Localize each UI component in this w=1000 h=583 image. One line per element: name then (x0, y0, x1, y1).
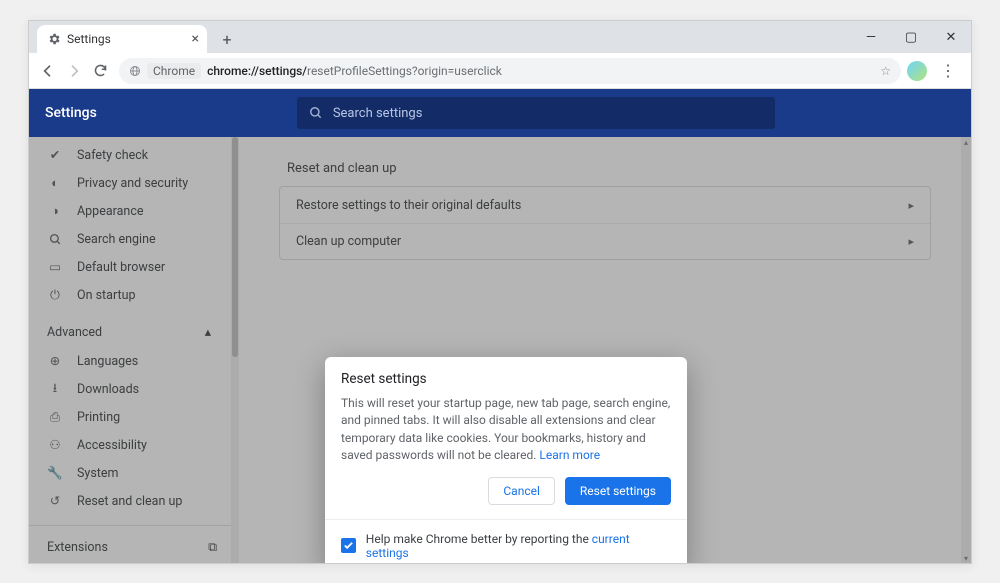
shield-check-icon: ✔ (47, 147, 63, 163)
url-tail: resetProfileSettings?origin=userclick (307, 64, 502, 78)
address-bar: Chrome chrome://settings/resetProfileSet… (29, 53, 971, 89)
tab-title: Settings (67, 32, 111, 46)
search-icon (47, 233, 63, 246)
search-placeholder: Search settings (333, 106, 423, 121)
url-chip: Chrome (147, 63, 201, 79)
settings-header: Settings Search settings (29, 89, 971, 137)
sidebar-item-default-browser[interactable]: ▭Default browser (29, 253, 239, 281)
sidebar-item-appearance[interactable]: ◑Appearance (29, 197, 239, 225)
power-icon: ⏻ (47, 288, 63, 303)
sidebar-item-printing[interactable]: ⎙Printing (29, 403, 239, 431)
bookmark-star-icon[interactable]: ☆ (880, 64, 891, 78)
back-button[interactable] (35, 58, 61, 84)
dialog-body: This will reset your startup page, new t… (325, 395, 687, 477)
cleanup-computer-row[interactable]: Clean up computer ▸ (280, 223, 930, 259)
browser-icon: ▭ (47, 259, 63, 275)
divider (29, 525, 239, 526)
shield-icon: ◐ (47, 176, 63, 191)
scroll-down-icon: ▾ (961, 553, 971, 563)
footer-text: Help make Chrome better by reporting the… (366, 532, 671, 560)
dialog-footer: Help make Chrome better by reporting the… (325, 519, 687, 563)
sidebar-item-accessibility[interactable]: ⚇Accessibility (29, 431, 239, 459)
profile-avatar[interactable] (907, 61, 927, 81)
download-icon: ⭳ (47, 379, 63, 400)
minimize-button[interactable]: — (851, 21, 891, 53)
menu-button[interactable]: ⋮ (935, 58, 961, 84)
sidebar-about[interactable]: About Chrome (29, 562, 239, 563)
window-controls: — ▢ ✕ (851, 21, 971, 53)
sidebar-item-downloads[interactable]: ⭳Downloads (29, 375, 239, 403)
learn-more-link[interactable]: Learn more (539, 448, 600, 462)
maximize-button[interactable]: ▢ (891, 21, 931, 53)
chevron-right-icon: ▸ (908, 199, 914, 212)
forward-button[interactable] (61, 58, 87, 84)
chevron-up-icon: ▴ (205, 324, 211, 340)
reset-settings-button[interactable]: Reset settings (565, 477, 671, 505)
dialog-title: Reset settings (325, 357, 687, 395)
sidebar-scrollbar[interactable] (231, 137, 239, 563)
cancel-button[interactable]: Cancel (488, 477, 555, 505)
content-scrollbar[interactable]: ▴ ▾ (961, 137, 971, 563)
wrench-icon: 🔧 (47, 466, 63, 481)
search-settings-input[interactable]: Search settings (297, 97, 775, 129)
settings-body: ✔Safety check ◐Privacy and security ◑App… (29, 137, 971, 563)
sidebar-item-reset[interactable]: ↺Reset and clean up (29, 487, 239, 515)
gear-icon (47, 32, 61, 46)
omnibox[interactable]: Chrome chrome://settings/resetProfileSet… (119, 58, 901, 84)
close-icon[interactable]: × (192, 31, 199, 47)
sidebar-extensions[interactable]: Extensions ⧉ (29, 532, 239, 562)
titlebar: Settings × + — ▢ ✕ (29, 21, 971, 53)
reset-panel: Restore settings to their original defau… (279, 186, 931, 260)
settings-title: Settings (45, 105, 97, 121)
sidebar-item-system[interactable]: 🔧System (29, 459, 239, 487)
scroll-up-icon: ▴ (961, 137, 971, 147)
restore-defaults-row[interactable]: Restore settings to their original defau… (280, 187, 930, 223)
section-title: Reset and clean up (287, 161, 931, 176)
chevron-right-icon: ▸ (908, 235, 914, 248)
close-window-button[interactable]: ✕ (931, 21, 971, 53)
reload-button[interactable] (87, 58, 113, 84)
restore-icon: ↺ (47, 493, 63, 509)
report-checkbox[interactable] (341, 538, 356, 553)
browser-tab[interactable]: Settings × (37, 25, 207, 53)
browser-window: Settings × + — ▢ ✕ Chrome chrome://setti… (28, 20, 972, 564)
accessibility-icon: ⚇ (47, 437, 63, 453)
external-link-icon: ⧉ (208, 540, 217, 555)
sidebar-item-safety[interactable]: ✔Safety check (29, 141, 239, 169)
sidebar-advanced-toggle[interactable]: Advanced ▴ (29, 317, 239, 347)
sidebar-item-languages[interactable]: ⊕Languages (29, 347, 239, 375)
sidebar-item-startup[interactable]: ⏻On startup (29, 281, 239, 309)
url-head: chrome://settings/ (207, 64, 307, 78)
reset-settings-dialog: Reset settings This will reset your star… (325, 357, 687, 563)
palette-icon: ◑ (47, 204, 63, 219)
printer-icon: ⎙ (47, 410, 63, 425)
settings-sidebar: ✔Safety check ◐Privacy and security ◑App… (29, 137, 239, 563)
globe-icon: ⊕ (47, 353, 63, 369)
sidebar-item-privacy[interactable]: ◐Privacy and security (29, 169, 239, 197)
new-tab-button[interactable]: + (217, 29, 237, 49)
sidebar-item-search-engine[interactable]: Search engine (29, 225, 239, 253)
